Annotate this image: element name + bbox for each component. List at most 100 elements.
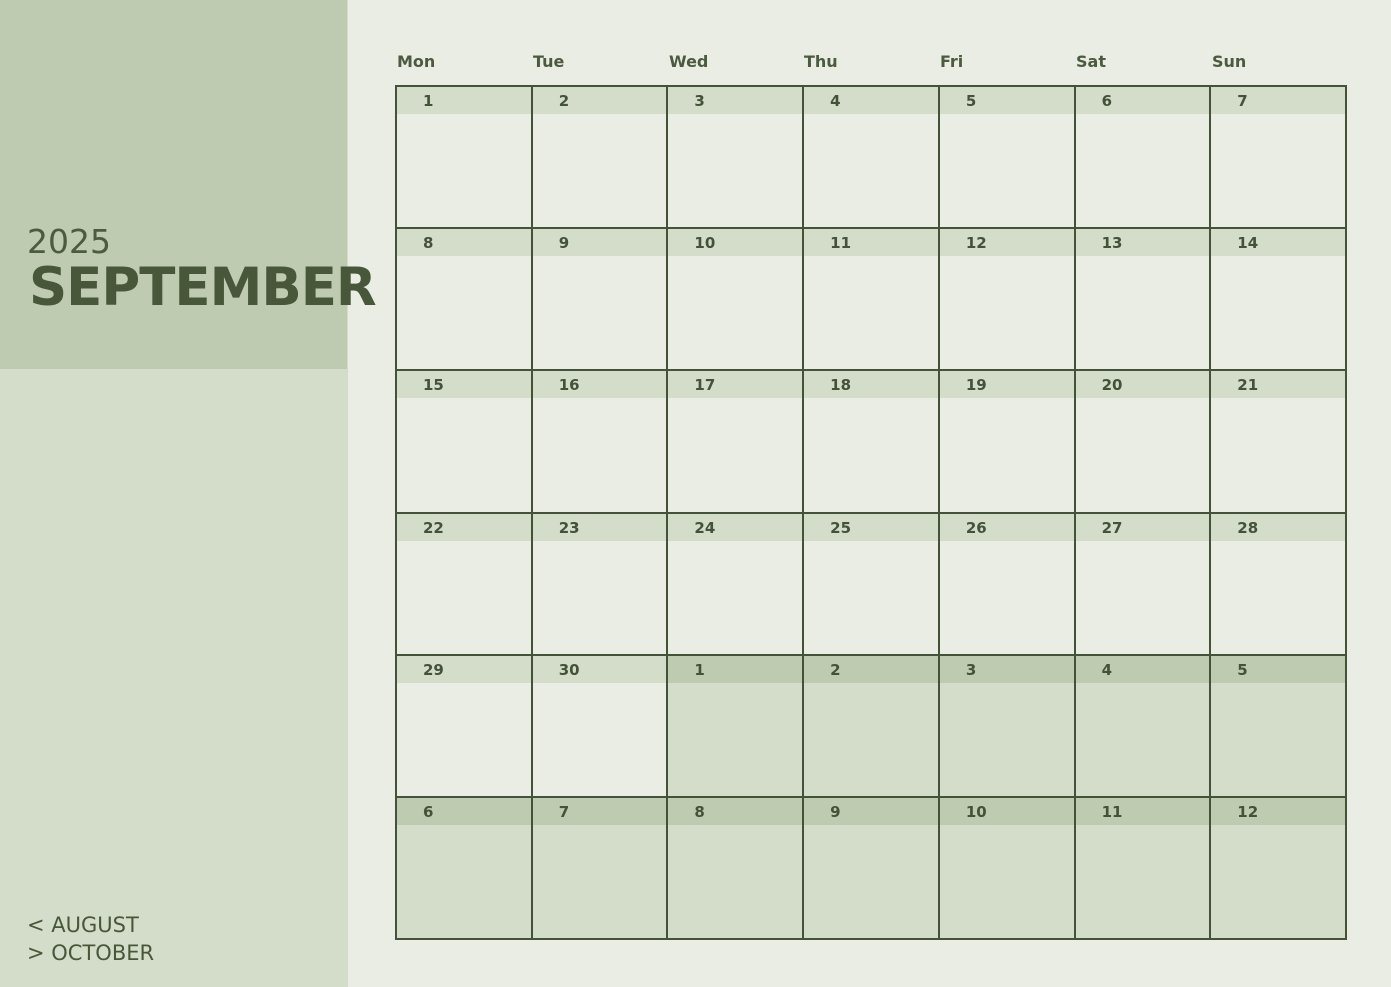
day-cell[interactable]: 16 bbox=[532, 371, 669, 514]
day-number: 10 bbox=[694, 234, 716, 253]
day-cell-other-month[interactable]: 7 bbox=[532, 797, 669, 940]
day-cell[interactable]: 23 bbox=[532, 513, 669, 656]
day-cell[interactable]: 29 bbox=[397, 655, 533, 798]
day-cell-header: 23 bbox=[532, 513, 667, 541]
day-cell-other-month[interactable]: 2 bbox=[804, 655, 940, 798]
day-cell[interactable]: 27 bbox=[1075, 513, 1212, 656]
day-cell[interactable]: 4 bbox=[804, 87, 940, 230]
day-cell-header: 30 bbox=[532, 655, 667, 683]
day-cell[interactable]: 25 bbox=[804, 513, 940, 656]
day-cell[interactable]: 22 bbox=[397, 513, 533, 656]
day-cell[interactable]: 9 bbox=[532, 229, 669, 372]
day-cell[interactable]: 30 bbox=[532, 655, 669, 798]
day-cell-header: 10 bbox=[939, 797, 1074, 825]
day-cell-header: 2 bbox=[804, 655, 938, 683]
day-number: 4 bbox=[1101, 660, 1112, 679]
day-cell-header: 7 bbox=[1211, 87, 1345, 114]
day-number: 5 bbox=[965, 92, 977, 110]
day-cell[interactable]: 18 bbox=[804, 371, 940, 514]
day-cell[interactable]: 8 bbox=[397, 229, 533, 372]
day-cell-header: 5 bbox=[1211, 655, 1345, 683]
day-number: 2 bbox=[558, 92, 570, 110]
day-cell[interactable]: 20 bbox=[1075, 371, 1212, 514]
day-number: 11 bbox=[830, 234, 852, 253]
previous-month-link[interactable]: < AUGUST bbox=[27, 911, 139, 939]
day-cell-header: 16 bbox=[532, 371, 667, 399]
day-cell[interactable]: 13 bbox=[1075, 229, 1212, 372]
weekday-label: Fri bbox=[940, 52, 964, 71]
day-cell[interactable]: 14 bbox=[1211, 229, 1347, 372]
day-cell[interactable]: 19 bbox=[939, 371, 1076, 514]
day-cell[interactable]: 12 bbox=[939, 229, 1076, 372]
day-cell-other-month[interactable]: 12 bbox=[1211, 797, 1347, 940]
day-number: 27 bbox=[1101, 518, 1123, 537]
next-month-link[interactable]: > OCTOBER bbox=[27, 939, 154, 967]
day-number: 17 bbox=[694, 376, 716, 395]
day-cell[interactable]: 3 bbox=[668, 87, 805, 230]
day-cell-other-month[interactable]: 3 bbox=[939, 655, 1076, 798]
day-cell[interactable]: 15 bbox=[397, 371, 533, 514]
day-cell-other-month[interactable]: 11 bbox=[1075, 797, 1212, 940]
day-number: 20 bbox=[1101, 376, 1123, 395]
day-number: 2 bbox=[830, 660, 841, 679]
day-number: 16 bbox=[558, 376, 580, 395]
day-cell-other-month[interactable]: 4 bbox=[1075, 655, 1212, 798]
day-cell[interactable]: 17 bbox=[668, 371, 805, 514]
day-cell-header: 7 bbox=[532, 797, 667, 825]
day-cell-header: 8 bbox=[668, 797, 803, 825]
day-cell-header: 21 bbox=[1211, 371, 1345, 399]
day-cell[interactable]: 5 bbox=[939, 87, 1076, 230]
day-cell-other-month[interactable]: 1 bbox=[668, 655, 805, 798]
day-cell-header: 11 bbox=[804, 229, 938, 257]
day-cell-header: 11 bbox=[1075, 797, 1210, 825]
day-cell-header: 17 bbox=[668, 371, 803, 399]
day-cell-header: 4 bbox=[1075, 655, 1210, 683]
day-cell[interactable]: 1 bbox=[397, 87, 533, 230]
day-cell[interactable]: 2 bbox=[532, 87, 669, 230]
day-cell[interactable]: 11 bbox=[804, 229, 940, 372]
weekday-label: Mon bbox=[397, 52, 436, 71]
day-cell-other-month[interactable]: 5 bbox=[1211, 655, 1347, 798]
day-cell[interactable]: 7 bbox=[1211, 87, 1347, 230]
day-cell-header: 19 bbox=[939, 371, 1074, 399]
day-number: 14 bbox=[1237, 234, 1259, 253]
day-number: 12 bbox=[1237, 802, 1259, 821]
day-cell-header: 12 bbox=[1211, 797, 1345, 825]
day-number: 3 bbox=[694, 92, 705, 110]
day-number: 22 bbox=[423, 518, 444, 537]
weekday-label: Tue bbox=[533, 52, 565, 71]
day-number: 9 bbox=[558, 234, 570, 253]
day-number: 6 bbox=[423, 802, 434, 821]
day-cell-header: 12 bbox=[939, 229, 1074, 257]
day-cell[interactable]: 10 bbox=[668, 229, 805, 372]
weekday-label: Sun bbox=[1212, 52, 1247, 71]
day-cell-header: 18 bbox=[804, 371, 938, 399]
day-cell[interactable]: 26 bbox=[939, 513, 1076, 656]
day-number: 5 bbox=[1237, 660, 1248, 679]
day-number: 3 bbox=[965, 660, 977, 679]
day-cell-other-month[interactable]: 10 bbox=[939, 797, 1076, 940]
weekday-label: Thu bbox=[804, 52, 838, 71]
day-cell[interactable]: 24 bbox=[668, 513, 805, 656]
day-number: 28 bbox=[1237, 518, 1259, 537]
day-number: 23 bbox=[558, 518, 580, 537]
day-cell-header: 8 bbox=[397, 229, 531, 257]
day-cell[interactable]: 21 bbox=[1211, 371, 1347, 514]
day-cell-other-month[interactable]: 9 bbox=[804, 797, 940, 940]
day-number: 8 bbox=[694, 802, 705, 821]
day-cell[interactable]: 28 bbox=[1211, 513, 1347, 656]
day-cell-other-month[interactable]: 8 bbox=[668, 797, 805, 940]
day-cell-header: 9 bbox=[804, 797, 938, 825]
day-cell-other-month[interactable]: 6 bbox=[397, 797, 533, 940]
day-number: 1 bbox=[423, 92, 434, 110]
day-cell-header: 5 bbox=[939, 87, 1074, 114]
day-cell-header: 3 bbox=[668, 87, 803, 114]
year-label: 2025 bbox=[27, 222, 111, 261]
day-number: 19 bbox=[965, 376, 987, 395]
day-number: 9 bbox=[830, 802, 841, 821]
day-cell-header: 14 bbox=[1211, 229, 1345, 257]
day-cell-header: 15 bbox=[397, 371, 531, 399]
sidebar: 2025 SEPTEMBER < AUGUST > OCTOBER bbox=[0, 0, 377, 987]
day-cell-header: 24 bbox=[668, 513, 803, 541]
day-cell[interactable]: 6 bbox=[1075, 87, 1212, 230]
